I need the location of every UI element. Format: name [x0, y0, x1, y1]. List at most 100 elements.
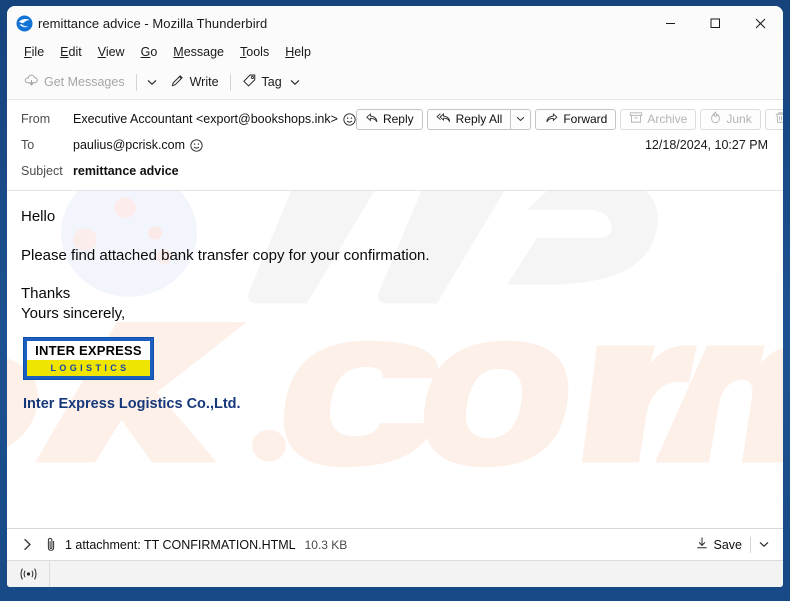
message-date: 12/18/2024, 10:27 PM: [644, 138, 768, 152]
menu-message[interactable]: Message: [165, 43, 232, 62]
recipient-face-icon[interactable]: [190, 138, 203, 152]
broadcast-icon[interactable]: [7, 561, 50, 587]
tag-button[interactable]: Tag: [235, 69, 307, 95]
window-frame: remittance advice - Mozilla Thunderbird …: [0, 0, 790, 601]
message-content: Hello Please find attached bank transfer…: [7, 191, 783, 412]
save-dropdown-chevron-down-icon[interactable]: [753, 538, 775, 551]
title-bar[interactable]: remittance advice - Mozilla Thunderbird: [7, 6, 783, 40]
greeting-text: Hello: [21, 208, 56, 225]
to-address: paulius@pcrisk.com: [73, 138, 186, 152]
attachment-name[interactable]: 1 attachment: TT CONFIRMATION.HTML: [65, 538, 296, 552]
from-address: Executive Accountant <export@bookshops.i…: [73, 112, 338, 126]
menu-edit-accel: E: [60, 45, 69, 59]
inter-express-logo: INTER EXPRESS LOGISTICS: [23, 337, 154, 380]
write-label: Write: [189, 75, 219, 89]
company-signature: Inter Express Logistics Co.,Ltd.: [23, 396, 241, 412]
junk-button[interactable]: Junk: [700, 108, 761, 130]
save-attachment-button[interactable]: Save: [689, 533, 749, 556]
forward-icon: [544, 112, 559, 127]
attachment-bar: 1 attachment: TT CONFIRMATION.HTML 10.3 …: [7, 528, 783, 560]
signoff-line-2: Yours sincerely,: [21, 304, 126, 322]
logo-top-band: INTER EXPRESS: [27, 341, 150, 361]
tag-icon: [242, 73, 257, 91]
from-value[interactable]: Executive Accountant <export@bookshops.i…: [73, 112, 356, 126]
paperclip-icon: [44, 537, 58, 552]
logo-company-text: INTER EXPRESS: [35, 343, 142, 359]
reply-all-group: Reply All: [426, 108, 532, 130]
message-actions: Reply Reply All Forward Archive Junk: [355, 108, 783, 130]
subject-label: Subject: [21, 164, 63, 178]
menu-tools-rest: ools: [246, 45, 270, 59]
menu-tools[interactable]: Tools: [232, 43, 277, 62]
message-header: From Executive Accountant <export@booksh…: [7, 100, 783, 191]
window-controls: [648, 6, 783, 40]
reply-button[interactable]: Reply: [355, 108, 423, 130]
menu-message-rest: essage: [183, 45, 225, 59]
from-row: From Executive Accountant <export@booksh…: [7, 100, 783, 132]
attachment-size: 10.3 KB: [304, 537, 348, 552]
trash-icon: [774, 111, 783, 127]
subject-value: remittance advice: [73, 164, 179, 178]
archive-label: Archive: [647, 112, 688, 126]
menu-help-rest: elp: [294, 45, 311, 59]
attachment-expand-chevron-right-icon[interactable]: [17, 536, 38, 553]
from-label: From: [21, 112, 51, 126]
toolbar-divider-1: [135, 73, 137, 91]
get-messages-label: Get Messages: [44, 75, 125, 89]
archive-button[interactable]: Archive: [620, 108, 697, 130]
menu-help[interactable]: Help: [277, 43, 319, 62]
to-value[interactable]: paulius@pcrisk.com: [73, 138, 203, 152]
subject-row: Subject remittance advice: [7, 158, 783, 184]
logo-inner: INTER EXPRESS LOGISTICS: [27, 341, 150, 376]
menu-view-rest: iew: [105, 45, 125, 59]
pencil-icon: [170, 73, 185, 91]
thunderbird-window: remittance advice - Mozilla Thunderbird …: [7, 6, 783, 587]
to-label: To: [21, 138, 35, 152]
menu-file[interactable]: File: [16, 43, 52, 62]
menu-edit[interactable]: Edit: [52, 43, 90, 62]
get-messages-button[interactable]: Get Messages: [17, 69, 132, 95]
menu-file-accel: F: [24, 45, 32, 59]
delete-button[interactable]: Delete: [764, 108, 783, 130]
thunderbird-icon: [15, 14, 33, 32]
reply-all-button[interactable]: Reply All: [426, 108, 511, 130]
logo-tagline-text: LOGISTICS: [50, 363, 130, 374]
save-divider: [750, 536, 751, 553]
menu-go-rest: o: [150, 45, 158, 59]
menu-view-accel: V: [97, 45, 106, 59]
maximize-button[interactable]: [693, 6, 738, 40]
to-row: To paulius@pcrisk.com 12/18/2024, 10:27 …: [7, 132, 783, 158]
reply-all-label: Reply All: [455, 112, 503, 126]
write-button[interactable]: Write: [163, 69, 226, 95]
body-paragraph: Please find attached bank transfer copy …: [21, 246, 430, 264]
reply-all-dropdown[interactable]: [510, 108, 532, 130]
reply-label: Reply: [382, 112, 414, 126]
contact-face-icon[interactable]: [343, 112, 356, 126]
save-label: Save: [713, 537, 743, 552]
menu-edit-rest: dit: [68, 45, 82, 59]
main-toolbar: Get Messages Write Tag: [7, 65, 783, 100]
message-body: Hello Please find attached bank transfer…: [7, 191, 783, 528]
menu-message-accel: M: [173, 45, 184, 59]
menu-bar: File Edit View Go Message Tools Help: [7, 40, 783, 65]
get-messages-dropdown[interactable]: [141, 75, 163, 90]
download-cloud-icon: [24, 73, 39, 91]
status-bar: [7, 560, 783, 587]
close-button[interactable]: [738, 6, 783, 40]
signoff-line-1: Thanks: [21, 285, 71, 302]
minimize-button[interactable]: [648, 6, 693, 40]
menu-go-accel: G: [140, 45, 151, 59]
window-title: remittance advice - Mozilla Thunderbird: [38, 15, 268, 31]
archive-icon: [629, 111, 643, 127]
menu-file-rest: ile: [31, 45, 45, 59]
reply-icon: [365, 112, 379, 127]
toolbar-divider-2: [229, 73, 231, 91]
menu-go[interactable]: Go: [133, 43, 166, 62]
forward-label: Forward: [563, 112, 608, 126]
logo-bottom-band: LOGISTICS: [27, 360, 150, 376]
tag-label: Tag: [261, 75, 282, 89]
menu-view[interactable]: View: [90, 43, 133, 62]
tag-chevron-down-icon[interactable]: [290, 75, 300, 89]
forward-button[interactable]: Forward: [535, 108, 617, 130]
menu-help-accel: H: [285, 45, 295, 59]
